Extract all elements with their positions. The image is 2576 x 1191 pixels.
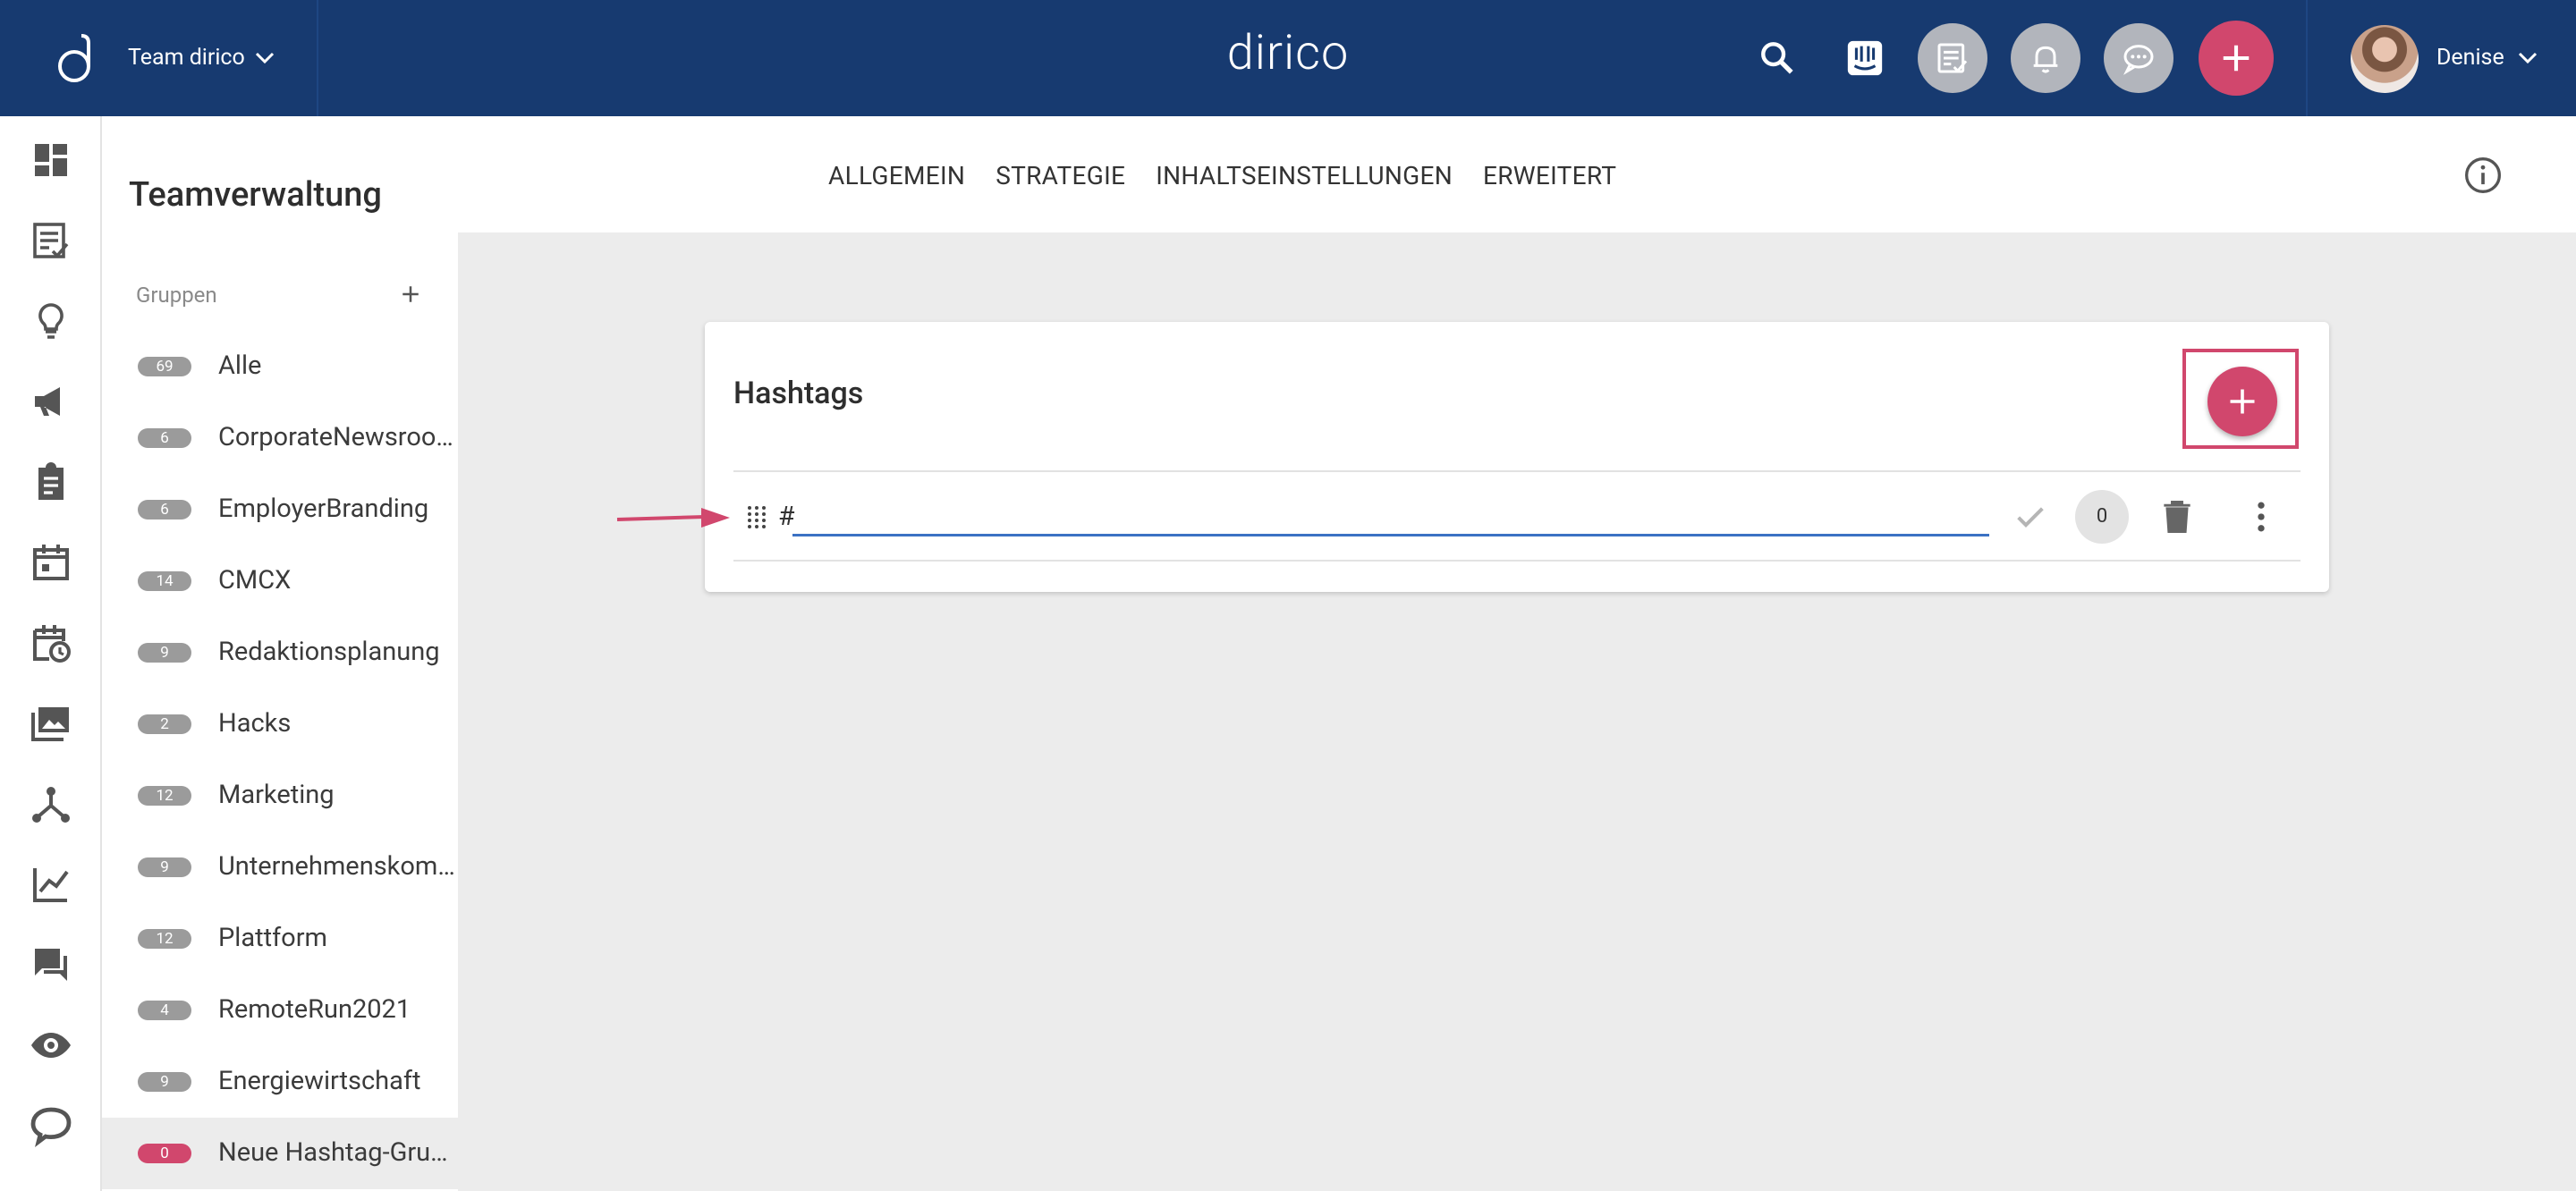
group-name: Hacks [218, 708, 292, 739]
notifications-button[interactable] [2011, 23, 2080, 93]
group-item[interactable]: 9 Redaktionsplanung [102, 617, 458, 688]
info-icon[interactable] [2463, 156, 2503, 195]
group-count-badge: 14 [138, 571, 191, 591]
lightbulb-icon[interactable] [30, 300, 72, 342]
group-item[interactable]: 9 Energiewirtschaft [102, 1046, 458, 1118]
trash-icon[interactable] [2157, 497, 2197, 536]
comments-icon[interactable] [30, 943, 72, 986]
chevron-down-icon[interactable] [2517, 49, 2538, 67]
intercom-icon[interactable] [1844, 38, 1885, 79]
group-count-badge: 69 [138, 357, 191, 376]
group-count-badge: 9 [138, 643, 191, 663]
group-count-badge: 6 [138, 428, 191, 448]
group-count-badge: 12 [138, 929, 191, 949]
group-name: Marketing [218, 780, 335, 810]
tab-general[interactable]: ALLGEMEIN [828, 161, 965, 190]
annotation-arrow-icon [616, 508, 730, 528]
more-vertical-icon[interactable] [2241, 497, 2281, 536]
bell-icon [2033, 46, 2058, 73]
group-name: EmployerBranding [218, 494, 429, 524]
group-count-badge: 12 [138, 786, 191, 806]
hashtags-card: Hashtags # 0 [705, 322, 2329, 592]
calendar-icon[interactable] [30, 541, 72, 584]
group-sidebar: Teamverwaltung Gruppen 69 Alle 6 Corpora… [102, 116, 458, 1191]
tasks-button[interactable] [1918, 23, 1987, 93]
tab-bar: ALLGEMEIN STRATEGIE INHALTSEINSTELLUNGEN… [828, 161, 1647, 190]
group-item[interactable]: 6 EmployerBranding [102, 474, 458, 545]
page-title: Teamverwaltung [129, 175, 382, 215]
tab-content-settings[interactable]: INHALTSEINSTELLUNGEN [1156, 161, 1453, 190]
add-group-icon[interactable] [397, 281, 424, 308]
chat-icon [2123, 45, 2154, 75]
media-library-icon[interactable] [30, 702, 72, 745]
nav-rail [0, 116, 102, 1191]
usage-count-badge: 0 [2075, 490, 2129, 544]
chat-bubble-icon[interactable] [30, 1104, 72, 1147]
plus-icon [2230, 389, 2255, 414]
groups-label: Gruppen [136, 283, 217, 308]
tab-advanced[interactable]: ERWEITERT [1483, 161, 1616, 190]
dashboard-icon[interactable] [30, 139, 72, 182]
group-name: Plattform [218, 923, 327, 953]
tasks-icon [1937, 43, 1968, 73]
user-name[interactable]: Denise [2436, 45, 2504, 71]
add-hashtag-button[interactable] [2207, 367, 2277, 436]
group-name: CMCX [218, 565, 292, 596]
group-name: Unternehmenskom… [218, 851, 455, 882]
search-icon[interactable] [1758, 39, 1796, 77]
group-item[interactable]: 12 Marketing [102, 760, 458, 832]
chat-button[interactable] [2104, 23, 2174, 93]
group-count-badge: 0 [138, 1144, 191, 1163]
hashtag-input[interactable] [792, 494, 1989, 536]
clipboard-icon[interactable] [30, 460, 72, 503]
group-item[interactable]: 14 CMCX [102, 545, 458, 617]
calendar-clock-icon[interactable] [30, 621, 72, 664]
group-item[interactable]: 69 Alle [102, 331, 458, 402]
group-item[interactable]: 9 Unternehmenskom… [102, 832, 458, 903]
tab-strategy[interactable]: STRATEGIE [996, 161, 1125, 190]
create-button[interactable] [2199, 21, 2274, 96]
group-name: RemoteRun2021 [218, 994, 411, 1025]
eye-icon[interactable] [30, 1024, 72, 1067]
network-icon[interactable] [30, 782, 72, 825]
plus-icon [2223, 45, 2250, 72]
group-item[interactable]: 4 RemoteRun2021 [102, 975, 458, 1046]
topbar-divider [2306, 0, 2308, 116]
megaphone-icon[interactable] [30, 380, 72, 423]
group-name: Redaktionsplanung [218, 637, 440, 667]
group-name: Energiewirtschaft [218, 1066, 421, 1096]
group-item-selected[interactable]: 0 Neue Hashtag-Grup… [102, 1118, 458, 1189]
group-count-badge: 9 [138, 857, 191, 877]
top-bar: Team dirico dirico Denise [0, 0, 2576, 116]
group-item[interactable]: 12 Plattform [102, 903, 458, 975]
divider [733, 470, 2301, 472]
group-name: CorporateNewsroom [218, 422, 458, 452]
app-title: dirico [1226, 25, 1350, 81]
group-item[interactable]: 2 Hacks [102, 688, 458, 760]
drag-handle-icon[interactable] [746, 504, 767, 531]
group-count-badge: 2 [138, 714, 191, 734]
group-count-badge: 4 [138, 1001, 191, 1020]
card-title: Hashtags [733, 376, 864, 411]
group-item[interactable]: 6 CorporateNewsroom [102, 402, 458, 474]
avatar[interactable] [2351, 25, 2419, 93]
content-list-icon[interactable] [30, 219, 72, 262]
group-count-badge: 6 [138, 500, 191, 519]
analytics-icon[interactable] [30, 863, 72, 906]
group-count-badge: 9 [138, 1072, 191, 1092]
group-name: Alle [218, 351, 262, 381]
check-icon[interactable] [2012, 499, 2048, 535]
group-name: Neue Hashtag-Grup… [218, 1137, 458, 1168]
divider [733, 560, 2301, 562]
